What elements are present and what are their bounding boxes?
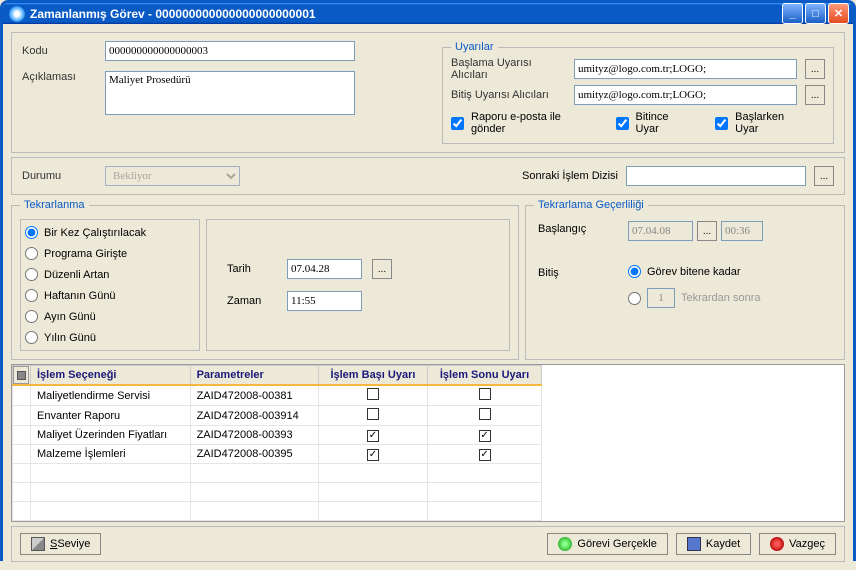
cell-param: ZAID472008-00393 (190, 426, 318, 445)
level-icon (31, 537, 45, 551)
cell-secenek: Malzeme İşlemleri (31, 445, 191, 464)
cell-secenek: Envanter Raporu (31, 406, 191, 426)
kaydet-button[interactable]: Kaydet (676, 533, 751, 555)
bitis-uyarisi-input[interactable] (574, 85, 797, 105)
aciklamasi-input[interactable]: Maliyet Prosedürü (105, 71, 355, 115)
app-icon (9, 6, 25, 22)
sonraki-label: Sonraki İşlem Dizisi (522, 170, 618, 182)
bitis-option-gorev[interactable]: Görev bitene kadar (628, 265, 761, 278)
kodu-input[interactable] (105, 41, 355, 61)
col-parametreler[interactable]: Parametreler (190, 366, 318, 386)
uyarilar-legend: Uyarılar (451, 41, 498, 53)
vazgec-button[interactable]: Vazgeç (759, 533, 836, 555)
status-panel: Durumu Bekliyor Sonraki İşlem Dizisi ... (11, 157, 845, 195)
baslama-uyarisi-label: Başlama Uyarısı Alıcıları (451, 57, 566, 81)
date-panel: Tarih ... Zaman (206, 219, 510, 351)
gecerlilik-legend: Tekrarlama Geçerliliği (534, 199, 648, 211)
table-row[interactable]: Maliyet Üzerinden Fiyatları ZAID472008-0… (13, 426, 542, 445)
table-row-empty (13, 483, 542, 502)
col-islem-sonu[interactable]: İşlem Sonu Uyarı (428, 366, 542, 386)
sonraki-input[interactable] (626, 166, 806, 186)
cell-basi[interactable] (318, 406, 427, 426)
table-row[interactable]: Malzeme İşlemleri ZAID472008-00395 ✓ ✓ (13, 445, 542, 464)
repeat-option[interactable]: Programa Girişte (25, 247, 195, 260)
cell-secenek: Maliyetlendirme Servisi (31, 385, 191, 406)
cell-param: ZAID472008-00381 (190, 385, 318, 406)
cell-param: ZAID472008-003914 (190, 406, 318, 426)
baslangic-label: Başlangıç (538, 223, 598, 235)
tarih-label: Tarih (227, 263, 277, 275)
sonraki-browse-button[interactable]: ... (814, 166, 834, 186)
tekrarlanma-group: Tekrarlanma Bir Kez Çalıştırılacak Progr… (11, 199, 519, 360)
tekrarlanma-legend: Tekrarlanma (20, 199, 89, 211)
seviye-button[interactable]: SSeviye (20, 533, 101, 555)
baslarken-label[interactable]: Başlarken Uyar (735, 111, 807, 135)
cell-basi[interactable]: ✓ (318, 426, 427, 445)
col-islem-secenegi[interactable]: İşlem Seçeneği (31, 366, 191, 386)
eposta-label[interactable]: Raporu e-posta ile gönder (471, 111, 593, 135)
baslangic-time-input (721, 221, 763, 241)
content-area: Kodu Açıklaması Maliyet Prosedürü Uyarıl… (3, 24, 853, 570)
task-table-wrap: İşlem Seçeneği Parametreler İşlem Başı U… (11, 364, 845, 522)
repeat-option[interactable]: Yılın Günü (25, 331, 195, 344)
kodu-label: Kodu (22, 45, 97, 57)
baslangic-date-browse[interactable]: ... (697, 221, 717, 241)
tarih-browse-button[interactable]: ... (372, 259, 392, 279)
zaman-label: Zaman (227, 295, 277, 307)
col-islem-basi[interactable]: İşlem Başı Uyarı (318, 366, 427, 386)
baslama-browse-button[interactable]: ... (805, 59, 825, 79)
cell-basi[interactable]: ✓ (318, 445, 427, 464)
durumu-label: Durumu (22, 170, 97, 182)
tekrar-count-input (647, 288, 675, 308)
uyarilar-group: Uyarılar Başlama Uyarısı Alıcıları ... B… (442, 41, 834, 144)
table-row[interactable]: Maliyetlendirme Servisi ZAID472008-00381 (13, 385, 542, 406)
repeat-option[interactable]: Ayın Günü (25, 310, 195, 323)
cell-sonu[interactable]: ✓ (428, 445, 542, 464)
cell-sonu[interactable]: ✓ (428, 426, 542, 445)
bitis-option-tekrar[interactable]: Tekrardan sonra (628, 288, 761, 308)
window-title: Zamanlanmış Görev - 00000000000000000000… (30, 7, 782, 21)
cell-sonu[interactable] (428, 385, 542, 406)
table-row[interactable]: Envanter Raporu ZAID472008-003914 (13, 406, 542, 426)
repeat-options: Bir Kez Çalıştırılacak Programa Girişte … (20, 219, 200, 351)
repeat-option[interactable]: Düzenli Artan (25, 268, 195, 281)
cell-sonu[interactable] (428, 406, 542, 426)
cell-param: ZAID472008-00395 (190, 445, 318, 464)
button-bar: SSeviye Görevi Gerçekle Kaydet Vazgeç (11, 526, 845, 562)
run-icon (558, 537, 572, 551)
bitince-label[interactable]: Bitince Uyar (636, 111, 693, 135)
aciklamasi-label: Açıklaması (22, 71, 97, 83)
zaman-input[interactable] (287, 291, 362, 311)
maximize-button[interactable]: □ (805, 3, 826, 24)
bitince-checkbox[interactable] (616, 117, 629, 130)
titlebar: Zamanlanmış Görev - 00000000000000000000… (3, 3, 853, 24)
window: Zamanlanmış Görev - 00000000000000000000… (0, 0, 856, 561)
baslangic-date-input (628, 221, 693, 241)
baslama-uyarisi-input[interactable] (574, 59, 797, 79)
save-icon (687, 537, 701, 551)
bitis-uyarisi-label: Bitiş Uyarısı Alıcıları (451, 89, 566, 101)
bitis-browse-button[interactable]: ... (805, 85, 825, 105)
table-row-empty (13, 464, 542, 483)
cell-secenek: Maliyet Üzerinden Fiyatları (31, 426, 191, 445)
repeat-option[interactable]: Bir Kez Çalıştırılacak (25, 226, 195, 239)
table-row-empty (13, 502, 542, 521)
select-all-icon[interactable] (13, 366, 29, 384)
tarih-input[interactable] (287, 259, 362, 279)
repeat-option[interactable]: Haftanın Günü (25, 289, 195, 302)
task-table: İşlem Seçeneği Parametreler İşlem Başı U… (12, 365, 542, 521)
close-button[interactable]: ✕ (828, 3, 849, 24)
top-panel: Kodu Açıklaması Maliyet Prosedürü Uyarıl… (11, 32, 845, 153)
cell-basi[interactable] (318, 385, 427, 406)
gecerlilik-group: Tekrarlama Geçerliliği Başlangıç ... Bit… (525, 199, 845, 360)
eposta-checkbox[interactable] (451, 117, 464, 130)
bitis-label: Bitiş (538, 267, 598, 279)
minimize-button[interactable]: _ (782, 3, 803, 24)
cancel-icon (770, 537, 784, 551)
gorevi-gercekle-button[interactable]: Görevi Gerçekle (547, 533, 667, 555)
durumu-select[interactable]: Bekliyor (105, 166, 240, 186)
baslarken-checkbox[interactable] (715, 117, 728, 130)
